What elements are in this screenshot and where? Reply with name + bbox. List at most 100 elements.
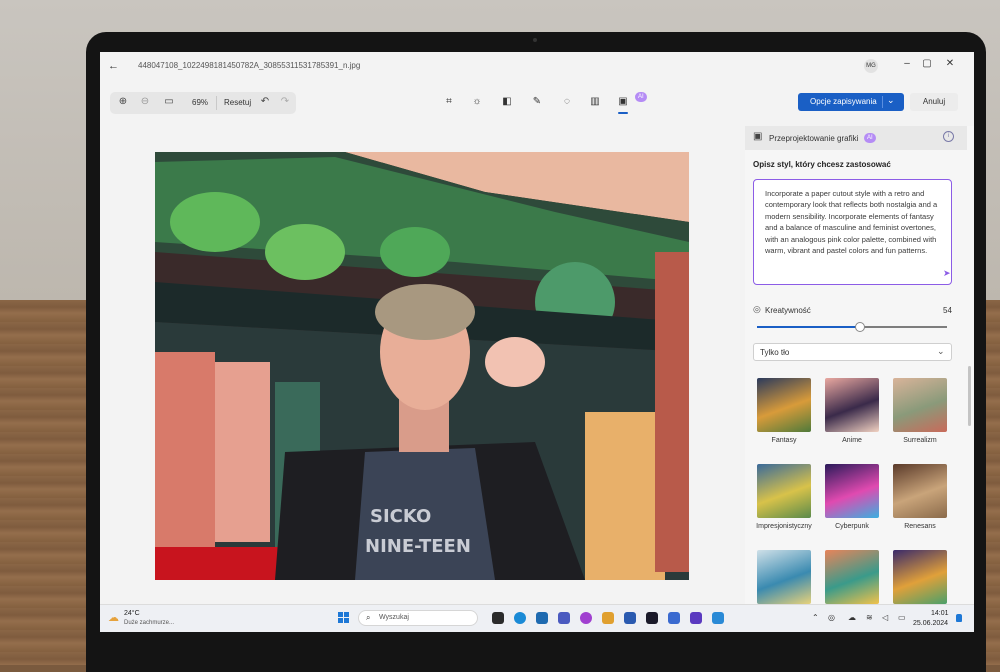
photo-canvas[interactable]: SICKO NINE-TEEN [155, 152, 689, 580]
svg-text:NINE-TEEN: NINE-TEEN [365, 536, 471, 557]
close-button[interactable]: ✕ [943, 58, 957, 69]
panel-scrollbar[interactable] [968, 366, 971, 426]
messenger-icon[interactable] [580, 612, 592, 624]
outlook-icon[interactable] [536, 612, 548, 624]
style-preset[interactable]: Cyberpunk [823, 464, 883, 540]
slider-thumb[interactable] [854, 322, 865, 332]
zoom-level[interactable]: 69% [192, 98, 208, 107]
tray-app-icon[interactable]: ◎ [828, 613, 835, 622]
avatar[interactable]: MG [864, 59, 878, 73]
clock-time[interactable]: 14:01 [931, 610, 949, 617]
panel-title: Przeprojektowanie grafiki [769, 134, 859, 143]
ai-badge: AI [635, 92, 647, 102]
filter-icon[interactable]: ◧ [500, 96, 514, 107]
style-thumbnail [757, 378, 811, 432]
describe-style-label: Opisz styl, który chcesz zastosować [753, 160, 891, 169]
markup-icon[interactable]: ✎ [530, 96, 544, 107]
laptop-screen: ← 448047108_1022498181450782A_3085531153… [100, 52, 974, 632]
taskbar: ☁ 24°C Duże zachmurze... ⌕ Wyszukaj ⌃ ◎ … [100, 604, 974, 632]
info-icon[interactable]: i [943, 131, 954, 142]
style-preset[interactable]: Surrealizm [891, 378, 951, 454]
brightness-icon[interactable]: ☼ [470, 96, 484, 107]
style-thumbnail [825, 464, 879, 518]
app-icon[interactable] [668, 612, 680, 624]
style-label: Anime [842, 437, 862, 444]
scope-select[interactable]: Tylko tło ⌄ [753, 343, 952, 361]
reset-button[interactable]: Resetuj [224, 98, 251, 107]
restyle-panel: ▣ Przeprojektowanie grafiki AI i Opisz s… [745, 126, 974, 612]
photoshop-icon[interactable] [646, 612, 658, 624]
style-label: Impresjonistyczny [756, 523, 812, 530]
creativity-icon: ◎ [753, 304, 761, 314]
file-name: 448047108_1022498181450782A_308553115317… [138, 61, 361, 70]
webcam-dot [533, 38, 537, 42]
erase-icon[interactable]: ◌ [560, 96, 574, 107]
taskbar-search[interactable]: ⌕ Wyszukaj [358, 610, 478, 626]
send-icon[interactable]: ➤ [943, 268, 951, 279]
cancel-button[interactable]: Anuluj [910, 93, 958, 111]
zoom-out-icon[interactable]: ⊖ [138, 96, 152, 107]
style-preset[interactable]: Impresjonistyczny [755, 464, 815, 540]
style-thumbnail [893, 550, 947, 604]
save-options-button[interactable]: Opcje zapisywania ⌄ [798, 93, 904, 111]
save-options-label: Opcje zapisywania [810, 97, 877, 106]
photos-app-icon[interactable] [712, 612, 724, 624]
style-label: Fantasy [771, 437, 797, 444]
volume-icon[interactable]: ◁ [882, 613, 888, 622]
word-icon[interactable] [624, 612, 636, 624]
crop-icon[interactable]: ⌗ [442, 96, 456, 107]
prompt-text: Incorporate a paper cutout style with a … [765, 189, 938, 256]
task-view-icon[interactable] [492, 612, 504, 624]
windows-start-icon[interactable] [338, 612, 350, 624]
style-label: Surrealizm [903, 437, 937, 444]
restyle-icon: ▣ [753, 131, 763, 142]
style-thumbnail [757, 464, 811, 518]
weather-icon[interactable]: ☁ [108, 611, 119, 624]
app-icon[interactable] [690, 612, 702, 624]
wifi-icon[interactable]: ≋ [866, 613, 873, 622]
style-preset[interactable]: Anime [823, 378, 883, 454]
style-thumbnail [893, 464, 947, 518]
minimize-button[interactable]: – [900, 58, 914, 69]
redo-icon[interactable]: ↷ [278, 96, 292, 107]
zoom-toolbar: ⊕ ⊖ ▭ 69% Resetuj ↶ ↷ [110, 92, 296, 114]
edge-icon[interactable] [514, 612, 526, 624]
search-placeholder: Wyszukaj [379, 614, 409, 621]
fit-screen-icon[interactable]: ▭ [162, 96, 176, 107]
search-icon: ⌕ [366, 613, 371, 622]
teams-icon[interactable] [558, 612, 570, 624]
chevron-down-icon[interactable]: ⌄ [887, 95, 895, 106]
style-thumbnail [893, 378, 947, 432]
restyle-icon[interactable]: ▣ [616, 96, 630, 107]
background-blur-icon[interactable]: ▥ [588, 96, 602, 107]
creativity-label: Kreatywność [765, 306, 811, 315]
notification-icon[interactable] [956, 614, 962, 622]
svg-text:SICKO: SICKO [370, 506, 431, 527]
maximize-button[interactable]: ▢ [920, 58, 934, 69]
weather-temp[interactable]: 24°C [124, 610, 140, 617]
clock-date[interactable]: 25.06.2024 [913, 620, 948, 627]
onedrive-icon[interactable]: ☁ [848, 613, 856, 622]
style-thumbnail [757, 550, 811, 604]
panel-header: ▣ Przeprojektowanie grafiki AI i [745, 126, 967, 150]
title-bar: ← 448047108_1022498181450782A_3085531153… [100, 52, 974, 80]
weather-desc[interactable]: Duże zachmurze... [124, 620, 174, 626]
style-label: Cyberpunk [835, 523, 869, 530]
zoom-in-icon[interactable]: ⊕ [116, 96, 130, 107]
style-preset[interactable]: Renesans [891, 464, 951, 540]
photos-icon[interactable] [602, 612, 614, 624]
style-prompt-textarea[interactable]: Incorporate a paper cutout style with a … [753, 179, 952, 285]
creativity-value: 54 [943, 306, 952, 315]
chevron-up-icon[interactable]: ⌃ [812, 613, 819, 622]
undo-icon[interactable]: ↶ [258, 96, 272, 107]
creativity-slider[interactable] [757, 322, 947, 332]
toolbar-divider [216, 96, 217, 110]
style-thumbnail [825, 550, 879, 604]
style-label: Renesans [904, 523, 936, 530]
chevron-down-icon: ⌄ [937, 346, 945, 356]
slider-fill [757, 326, 860, 328]
restyled-photo: SICKO NINE-TEEN [155, 152, 689, 580]
back-arrow-icon[interactable]: ← [108, 60, 119, 72]
battery-icon[interactable]: ▭ [898, 613, 906, 622]
style-preset[interactable]: Fantasy [755, 378, 815, 454]
